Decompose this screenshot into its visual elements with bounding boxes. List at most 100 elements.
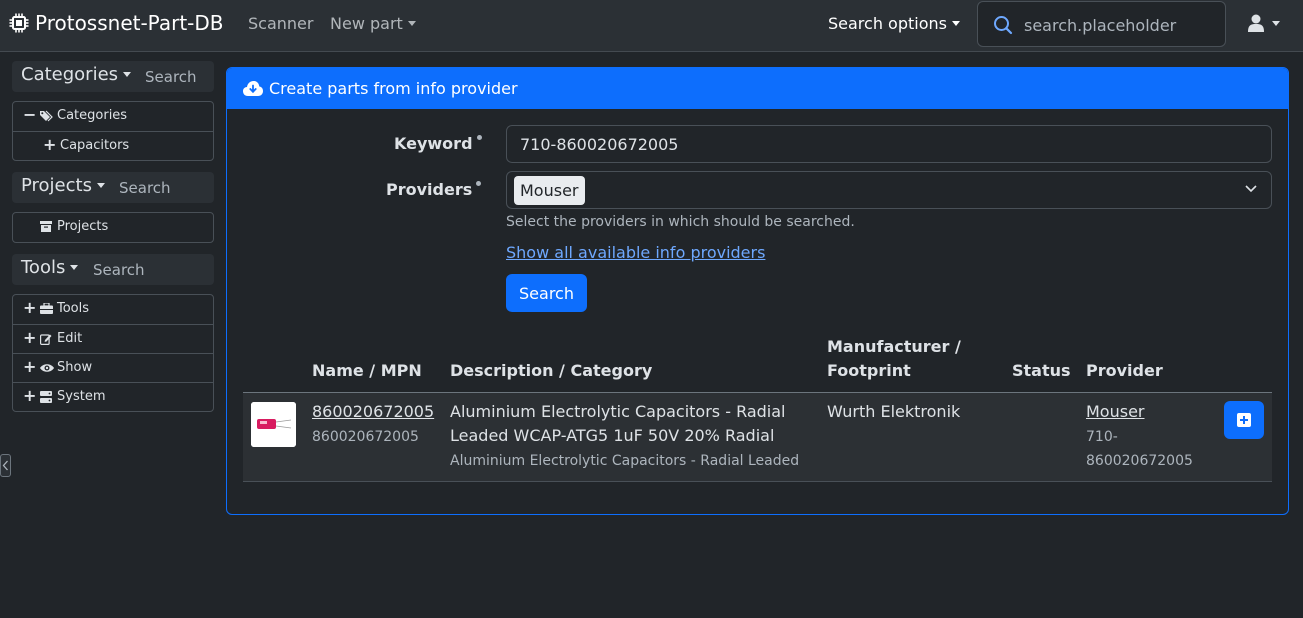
expand-icon[interactable]: + xyxy=(43,135,56,154)
nav-scanner[interactable]: Scanner xyxy=(248,14,313,33)
caret-down-icon xyxy=(96,183,105,188)
tree-item-edit[interactable]: + Edit xyxy=(13,324,213,353)
part-description-line2: Leaded WCAP-ATG5 1uF 50V 20% Radial xyxy=(450,426,775,445)
expand-icon[interactable]: + xyxy=(23,357,36,376)
tree-item-categories-root[interactable]: − Categories xyxy=(13,102,213,131)
tree-item-label: Show xyxy=(57,360,93,375)
tree-item-label: System xyxy=(57,389,106,404)
table-row-divider xyxy=(243,481,1272,482)
tree-item-capacitors[interactable]: + Capacitors xyxy=(13,131,213,160)
archive-icon xyxy=(40,221,52,232)
part-name-link[interactable]: 860020672005 xyxy=(312,400,434,424)
collapse-icon[interactable]: − xyxy=(23,105,36,124)
part-description: Aluminium Electrolytic Capacitors - Radi… xyxy=(450,400,785,448)
search-icon xyxy=(994,16,1013,35)
expand-icon[interactable]: + xyxy=(23,298,36,317)
providers-label-text: Providers xyxy=(386,180,473,199)
chevron-left-icon xyxy=(2,460,8,471)
providers-label: Providers xyxy=(386,180,482,199)
card-title: Create parts from info provider xyxy=(269,79,518,98)
navbar-search-box xyxy=(977,1,1226,47)
col-header-manufacturer-line2: Footprint xyxy=(827,361,911,380)
required-indicator-icon xyxy=(476,181,482,186)
eye-icon xyxy=(40,364,54,372)
providers-select[interactable]: Mouser xyxy=(506,171,1272,209)
nav-new-part-dropdown[interactable]: New part xyxy=(330,14,416,33)
part-category: Aluminium Electrolytic Capacitors - Radi… xyxy=(450,453,800,469)
sidebar-collapse-button[interactable] xyxy=(0,454,11,477)
tree-item-label: Categories xyxy=(57,108,128,123)
server-icon xyxy=(40,391,52,403)
tree-item-system[interactable]: + System xyxy=(13,382,213,411)
caret-down-icon xyxy=(951,21,960,26)
sidebar-categories-header: Categories Search xyxy=(12,61,214,92)
part-manufacturer: Wurth Elektronik xyxy=(827,402,961,421)
edit-icon xyxy=(40,334,52,345)
expand-icon[interactable]: + xyxy=(23,386,36,405)
col-header-manufacturer: Manufacturer / Footprint xyxy=(827,335,961,383)
cloud-download-icon xyxy=(243,81,263,96)
projects-search-input[interactable]: Search xyxy=(119,179,171,197)
provider-part-id-line1: 710- xyxy=(1086,429,1118,445)
info-provider-card: Create parts from info provider Keyword … xyxy=(226,67,1289,515)
tree-item-label: Tools xyxy=(57,301,90,316)
search-input[interactable] xyxy=(1024,14,1214,36)
search-options-label: Search options xyxy=(828,14,947,33)
user-menu-dropdown[interactable] xyxy=(1248,14,1280,32)
plus-square-icon xyxy=(1237,413,1251,427)
keyword-label: Keyword xyxy=(394,134,482,153)
tree-item-label: Edit xyxy=(57,331,83,346)
toolbox-icon xyxy=(40,303,53,314)
tree-item-projects-root[interactable]: Projects xyxy=(13,213,213,242)
caret-down-icon xyxy=(123,72,132,77)
caret-down-icon xyxy=(1272,20,1280,26)
provider-part-id: 710- 860020672005 xyxy=(1086,425,1193,473)
projects-title: Projects xyxy=(21,175,92,196)
caret-down-icon xyxy=(70,265,79,270)
nav-new-part-label: New part xyxy=(330,14,403,33)
card-header: Create parts from info provider xyxy=(227,68,1288,109)
top-navbar: Protossnet-Part-DB Scanner New part Sear… xyxy=(0,0,1303,52)
categories-tree: − Categories + Capacitors xyxy=(12,101,214,161)
col-header-provider: Provider xyxy=(1086,361,1163,380)
brand-link[interactable]: Protossnet-Part-DB xyxy=(9,11,224,35)
tags-icon xyxy=(40,110,53,122)
search-button[interactable]: Search xyxy=(506,274,587,312)
categories-search-input[interactable]: Search xyxy=(145,68,197,86)
brand-name: Protossnet-Part-DB xyxy=(35,11,224,35)
categories-title: Categories xyxy=(21,64,119,85)
search-options-dropdown[interactable]: Search options xyxy=(828,14,960,33)
tools-title: Tools xyxy=(21,257,66,278)
chevron-down-icon xyxy=(1245,185,1257,193)
part-mpn: 860020672005 xyxy=(312,429,419,445)
chip-icon xyxy=(9,13,29,33)
tools-search-input[interactable]: Search xyxy=(93,261,145,279)
part-description-line1: Aluminium Electrolytic Capacitors - Radi… xyxy=(450,402,786,421)
part-thumbnail xyxy=(251,402,296,447)
col-header-manufacturer-line1: Manufacturer / xyxy=(827,337,961,356)
expand-icon[interactable]: + xyxy=(23,328,36,347)
provider-tag[interactable]: Mouser xyxy=(514,176,585,205)
projects-dropdown[interactable]: Projects xyxy=(21,175,105,196)
create-part-button[interactable] xyxy=(1224,401,1264,439)
tree-item-tools[interactable]: + Tools xyxy=(13,295,213,324)
providers-help-text: Select the providers in which should be … xyxy=(506,214,855,230)
projects-tree: Projects xyxy=(12,212,214,243)
provider-part-id-line2: 860020672005 xyxy=(1086,453,1193,469)
tree-item-show[interactable]: + Show xyxy=(13,353,213,382)
tree-item-label: Capacitors xyxy=(60,138,130,153)
caret-down-icon xyxy=(407,21,416,26)
col-header-status: Status xyxy=(1012,361,1071,380)
provider-link[interactable]: Mouser xyxy=(1086,400,1145,424)
tools-tree: + Tools + Edit + Show + System xyxy=(12,294,214,412)
tree-item-label: Projects xyxy=(57,219,109,234)
tools-dropdown[interactable]: Tools xyxy=(21,257,79,278)
col-header-description: Description / Category xyxy=(450,361,653,380)
categories-dropdown[interactable]: Categories xyxy=(21,64,132,85)
col-header-name: Name / MPN xyxy=(312,361,422,380)
sidebar-tools-header: Tools Search xyxy=(12,254,214,285)
show-providers-link[interactable]: Show all available info providers xyxy=(506,243,765,262)
sidebar-projects-header: Projects Search xyxy=(12,172,214,203)
keyword-input[interactable] xyxy=(506,125,1272,163)
user-icon xyxy=(1248,14,1264,32)
